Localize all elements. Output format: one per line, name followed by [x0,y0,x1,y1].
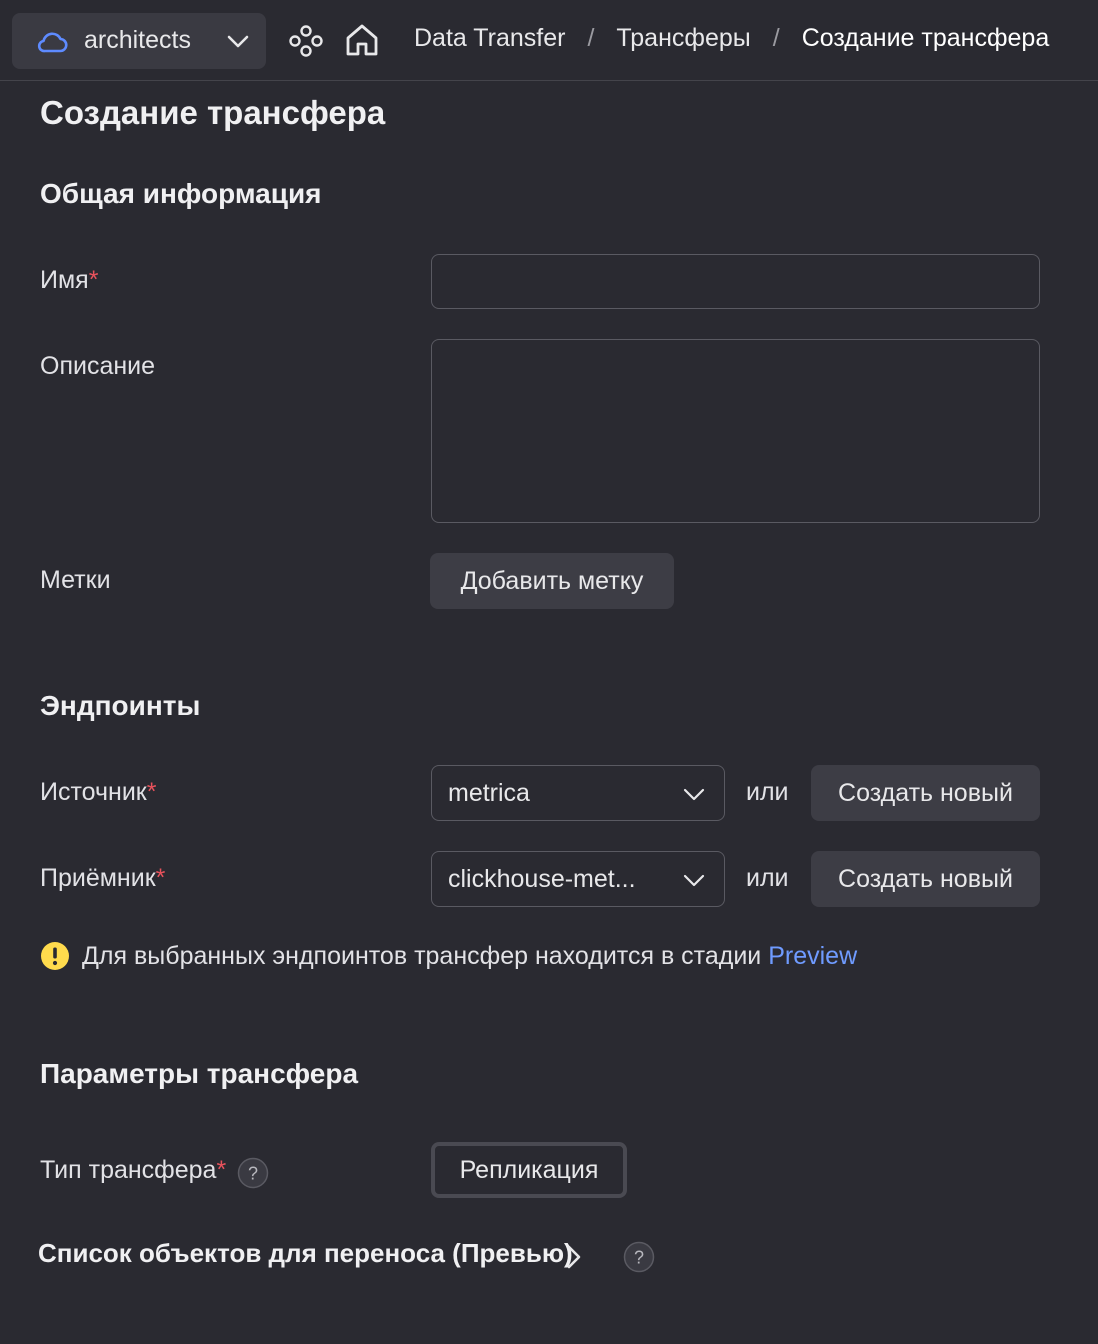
home-icon[interactable] [344,22,380,58]
svg-text:?: ? [634,1248,644,1268]
objects-list-label: Список объектов для переноса (Превью) [38,1238,573,1268]
breadcrumb-transfers[interactable]: Трансферы [616,24,750,53]
source-select[interactable]: metrica [431,765,725,821]
name-label-text: Имя [40,266,89,294]
target-select[interactable]: clickhouse-met... [431,851,725,907]
labels-label: Метки [40,566,111,594]
page-title: Создание трансфера [40,94,386,131]
breadcrumb-data-transfer[interactable]: Data Transfer [414,24,565,53]
create-source-button[interactable]: Создать новый [811,765,1040,821]
notice-text: Для выбранных эндпоинтов трансфер находи… [82,941,762,970]
preview-link[interactable]: Preview [768,942,857,971]
services-icon[interactable] [288,24,324,58]
warning-icon [41,942,69,970]
chevron-down-icon [683,874,705,887]
create-target-button[interactable]: Создать новый [811,851,1040,907]
breadcrumb-current: Создание трансфера [801,24,1050,52]
transfer-type-label: Тип трансфера* [40,1156,226,1185]
target-select-value: clickhouse-met... [448,865,636,893]
source-label-text: Источник [40,778,147,806]
section-general-heading: Общая информация [40,178,322,209]
required-mark: * [146,778,157,806]
transfer-type-option[interactable]: Репликация [431,1142,627,1198]
help-icon[interactable]: ? [623,1241,655,1273]
transfer-type-label-text: Тип трансфера [40,1156,217,1184]
source-select-value: metrica [448,779,530,807]
chevron-down-icon [683,788,705,801]
breadcrumb: Data Transfer / Трансферы / Создание тра… [414,24,1049,53]
breadcrumb-separator: / [587,24,595,52]
name-input[interactable] [431,254,1040,309]
help-icon[interactable]: ? [237,1157,269,1189]
preview-notice: Для выбранных эндпоинтов трансфер находи… [40,941,857,971]
or-text: или [746,864,789,892]
cloud-name: architects [84,26,191,54]
or-text: или [746,778,789,806]
add-label-button[interactable]: Добавить метку [430,553,674,609]
description-label: Описание [40,352,156,380]
chevron-right-icon[interactable] [564,1244,584,1270]
source-label: Источник* [40,778,156,807]
description-textarea[interactable] [431,339,1040,523]
objects-list-expander[interactable]: Список объектов для переноса (Превью) [38,1238,573,1269]
cloud-selector[interactable]: architects [12,13,266,69]
chevron-down-icon [227,35,249,48]
required-mark: * [88,266,99,294]
breadcrumb-separator: / [772,24,780,52]
svg-text:?: ? [248,1164,258,1184]
required-mark: * [216,1156,227,1184]
top-bar: architects Data Transfer / Трансферы / С… [0,0,1098,81]
target-label: Приёмник* [40,864,165,893]
required-mark: * [155,864,166,892]
target-label-text: Приёмник [40,864,156,892]
cloud-icon [37,32,68,53]
section-endpoints-heading: Эндпоинты [40,690,201,721]
section-params-heading: Параметры трансфера [40,1058,359,1089]
name-label: Имя* [40,266,98,295]
